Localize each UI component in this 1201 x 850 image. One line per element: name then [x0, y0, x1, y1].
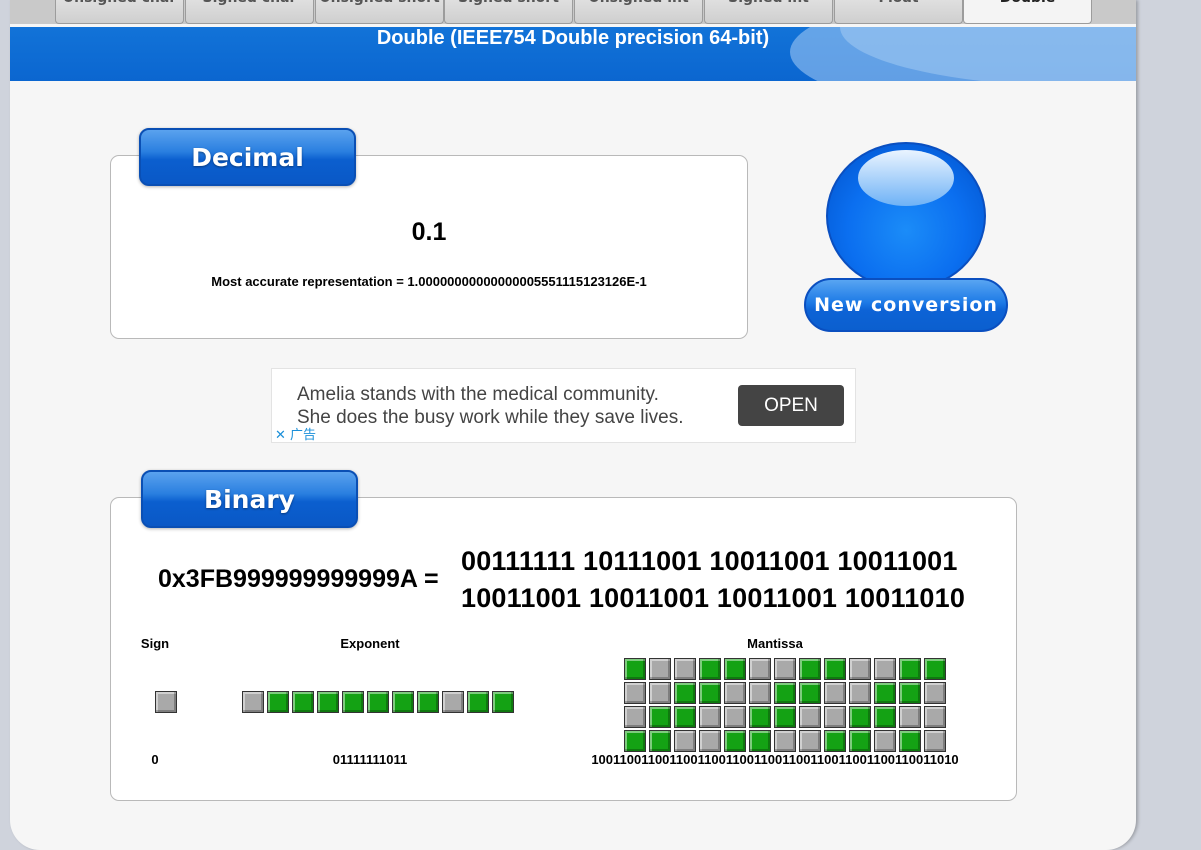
mantissa-bit: [649, 730, 671, 752]
mantissa-bit: [749, 706, 771, 728]
exponent-bit: [317, 691, 339, 713]
mantissa-bit: [624, 706, 646, 728]
mantissa-bit: [749, 658, 771, 680]
ad-text: Amelia stands with the medical community…: [297, 383, 737, 429]
mantissa-bit: [699, 682, 721, 704]
mantissa-bit: [774, 730, 796, 752]
mantissa-bit: [874, 730, 896, 752]
tab-unsigned-int[interactable]: Unsigned int: [574, 0, 703, 24]
mantissa-header: Mantissa: [747, 636, 803, 651]
tab-signed-short[interactable]: Signed short: [444, 0, 573, 24]
mantissa-bit: [624, 730, 646, 752]
mantissa-bit: [674, 730, 696, 752]
mantissa-bit: [724, 658, 746, 680]
mantissa-bit: [649, 682, 671, 704]
tab-unsigned-char[interactable]: Unsigned char: [55, 0, 184, 24]
mantissa-bit: [774, 706, 796, 728]
exponent-bit: [467, 691, 489, 713]
bits-line-2: 10011001 10011001 10011001 10011010: [461, 583, 966, 613]
exponent-bit: [367, 691, 389, 713]
mantissa-bit: [924, 730, 946, 752]
mantissa-bit: [749, 682, 771, 704]
mantissa-bit: [824, 730, 846, 752]
mantissa-bit: [824, 658, 846, 680]
tab-signed-char[interactable]: Signed char: [185, 0, 314, 24]
exponent-bit: [492, 691, 514, 713]
mantissa-bit: [874, 682, 896, 704]
mantissa-bit: [899, 658, 921, 680]
mantissa-bit: [874, 658, 896, 680]
mantissa-bit: [924, 658, 946, 680]
mantissa-bit: [774, 658, 796, 680]
new-conversion-label: New conversion: [804, 278, 1008, 332]
mantissa-bit: [924, 706, 946, 728]
mantissa-bit: [724, 730, 746, 752]
mantissa-bit: [624, 658, 646, 680]
sign-header: Sign: [140, 636, 170, 651]
exponent-bit: [292, 691, 314, 713]
binary-heading: Binary: [141, 470, 358, 528]
bits-line-1: 00111111 10111001 10011001 10011001: [461, 546, 958, 576]
mantissa-bit: [749, 730, 771, 752]
new-conversion-button[interactable]: New conversion: [802, 140, 1012, 336]
hex-value: 0x3FB999999999999A =: [158, 565, 439, 593]
mantissa-bit: [699, 730, 721, 752]
mantissa-bit: [799, 706, 821, 728]
orb-shine: [858, 150, 954, 206]
exponent-bit: [242, 691, 264, 713]
mantissa-bit: [799, 682, 821, 704]
mantissa-bit: [774, 682, 796, 704]
exponent-bit: [342, 691, 364, 713]
most-accurate-representation: Most accurate representation = 1.0000000…: [211, 274, 647, 289]
title-bar: Double (IEEE754 Double precision 64-bit): [10, 27, 1136, 81]
mantissa-bit: [924, 682, 946, 704]
ad-line-2: She does the busy work while they save l…: [297, 407, 684, 428]
mantissa-bit: [849, 706, 871, 728]
ad-close-icon[interactable]: ✕ 广告: [275, 424, 316, 443]
exponent-bit: [267, 691, 289, 713]
exponent-bit: [442, 691, 464, 713]
mantissa-bit: [849, 730, 871, 752]
mantissa-bit: [849, 658, 871, 680]
mantissa-bit: [649, 706, 671, 728]
mantissa-bit: [624, 682, 646, 704]
type-tabs: Unsigned charSigned charUnsigned shortSi…: [10, 0, 1136, 24]
mantissa-bit: [699, 706, 721, 728]
mantissa-bit: [899, 730, 921, 752]
ad-open-button[interactable]: OPEN: [738, 385, 844, 426]
mantissa-bit: [799, 658, 821, 680]
mantissa-bit: [724, 706, 746, 728]
decimal-heading: Decimal: [139, 128, 356, 186]
mantissa-bit: [824, 706, 846, 728]
decimal-value: 0.1: [411, 218, 447, 246]
page-title: Double (IEEE754 Double precision 64-bit): [376, 27, 770, 49]
exponent-bit: [417, 691, 439, 713]
mantissa-bit: [674, 706, 696, 728]
mantissa-bit: [674, 658, 696, 680]
tab-float[interactable]: Float: [834, 0, 963, 24]
mantissa-bit: [874, 706, 896, 728]
mantissa-bit: [724, 682, 746, 704]
exponent-header: Exponent: [340, 636, 400, 651]
sign-bit: [155, 691, 177, 713]
mantissa-bit: [824, 682, 846, 704]
ad-line-1: Amelia stands with the medical community…: [297, 384, 659, 405]
mantissa-bit: [849, 682, 871, 704]
mantissa-bit: [899, 682, 921, 704]
mantissa-bit: [649, 658, 671, 680]
mantissa-bit: [699, 658, 721, 680]
advertisement-banner[interactable]: Amelia stands with the medical community…: [271, 368, 856, 443]
mantissa-bit: [899, 706, 921, 728]
tab-signed-int[interactable]: Signed int: [704, 0, 833, 24]
mantissa-value: 1001100110011001100110011001100110011001…: [591, 752, 959, 767]
tab-unsigned-short[interactable]: Unsigned short: [315, 0, 444, 24]
tab-double[interactable]: Double: [963, 0, 1092, 24]
sign-value: 0: [151, 752, 159, 767]
exponent-bit: [392, 691, 414, 713]
mantissa-bit: [674, 682, 696, 704]
mantissa-bit: [799, 730, 821, 752]
exponent-value: 01111111011: [332, 752, 408, 767]
